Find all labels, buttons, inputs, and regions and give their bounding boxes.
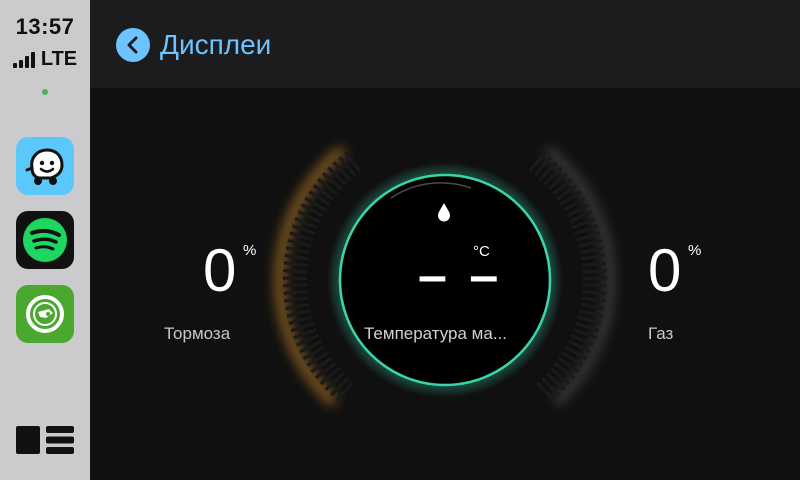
skoda-icon — [16, 285, 74, 343]
back-button[interactable]: Дисплеи — [116, 28, 271, 62]
chevron-left-icon — [116, 28, 150, 62]
oil-temp-label: Температура ма... — [364, 324, 507, 343]
brake-label: Тормоза — [164, 324, 231, 343]
waze-icon — [16, 137, 74, 195]
brake-gauge-tick — [286, 309, 311, 318]
dashboard-button[interactable] — [14, 424, 76, 456]
throttle-gauge-tick — [581, 253, 606, 261]
status-time: 13:57 — [15, 14, 75, 39]
dashboard-icon — [16, 426, 74, 454]
signal-bars-icon — [12, 52, 35, 68]
throttle-gauge-tick — [580, 302, 605, 311]
throttle-label: Газ — [648, 324, 674, 343]
brake-gauge-tick — [284, 296, 309, 303]
gauges-panel: 0 % Тормоза – – °C Температура ма... 0 %… — [91, 88, 800, 480]
throttle-gauge-tick — [581, 296, 606, 303]
throttle-gauge-tick — [577, 315, 602, 326]
throttle-gauge-tick — [576, 231, 601, 242]
brake-value: 0 — [203, 237, 237, 304]
throttle-gauge-tick — [582, 261, 607, 268]
brake-gauge-tick — [283, 268, 308, 274]
throttle-gauge-tick — [578, 238, 603, 248]
throttle-gauge-tick — [579, 309, 604, 318]
brake-gauge-tick — [285, 302, 310, 311]
status-signal: LTE — [0, 48, 90, 70]
brake-gauge-tick — [285, 246, 311, 255]
throttle-unit: % — [688, 242, 702, 259]
waze-app-button[interactable] — [16, 137, 74, 195]
brake-gauge-tick — [283, 283, 308, 288]
throttle-value: 0 — [648, 237, 682, 304]
throttle-gauge-tick — [582, 283, 607, 288]
throttle-gauge-tick — [582, 289, 607, 296]
throttle-gauge-tick — [579, 246, 605, 255]
network-type: LTE — [40, 48, 78, 70]
throttle-gauge-tick — [582, 268, 607, 274]
throttle-gauge-tick — [575, 321, 600, 333]
brake-unit: % — [243, 242, 257, 259]
brake-gauge-tick — [289, 231, 314, 242]
brake-gauge-tick — [283, 289, 308, 296]
spotify-icon — [16, 211, 74, 269]
brake-gauge-tick — [283, 261, 308, 268]
brake-gauge-tick — [284, 253, 309, 261]
skoda-app-button[interactable] — [16, 285, 74, 343]
brake-gauge-tick — [287, 238, 312, 248]
oil-temp-unit: °C — [473, 243, 490, 260]
active-app-indicator — [42, 89, 48, 95]
brake-gauge-tick — [288, 315, 313, 326]
spotify-app-button[interactable] — [16, 211, 74, 269]
carplay-sidebar: 13:57 LTE — [0, 0, 91, 480]
page-title: Дисплеи — [160, 29, 272, 60]
brake-gauge-tick — [290, 321, 315, 333]
